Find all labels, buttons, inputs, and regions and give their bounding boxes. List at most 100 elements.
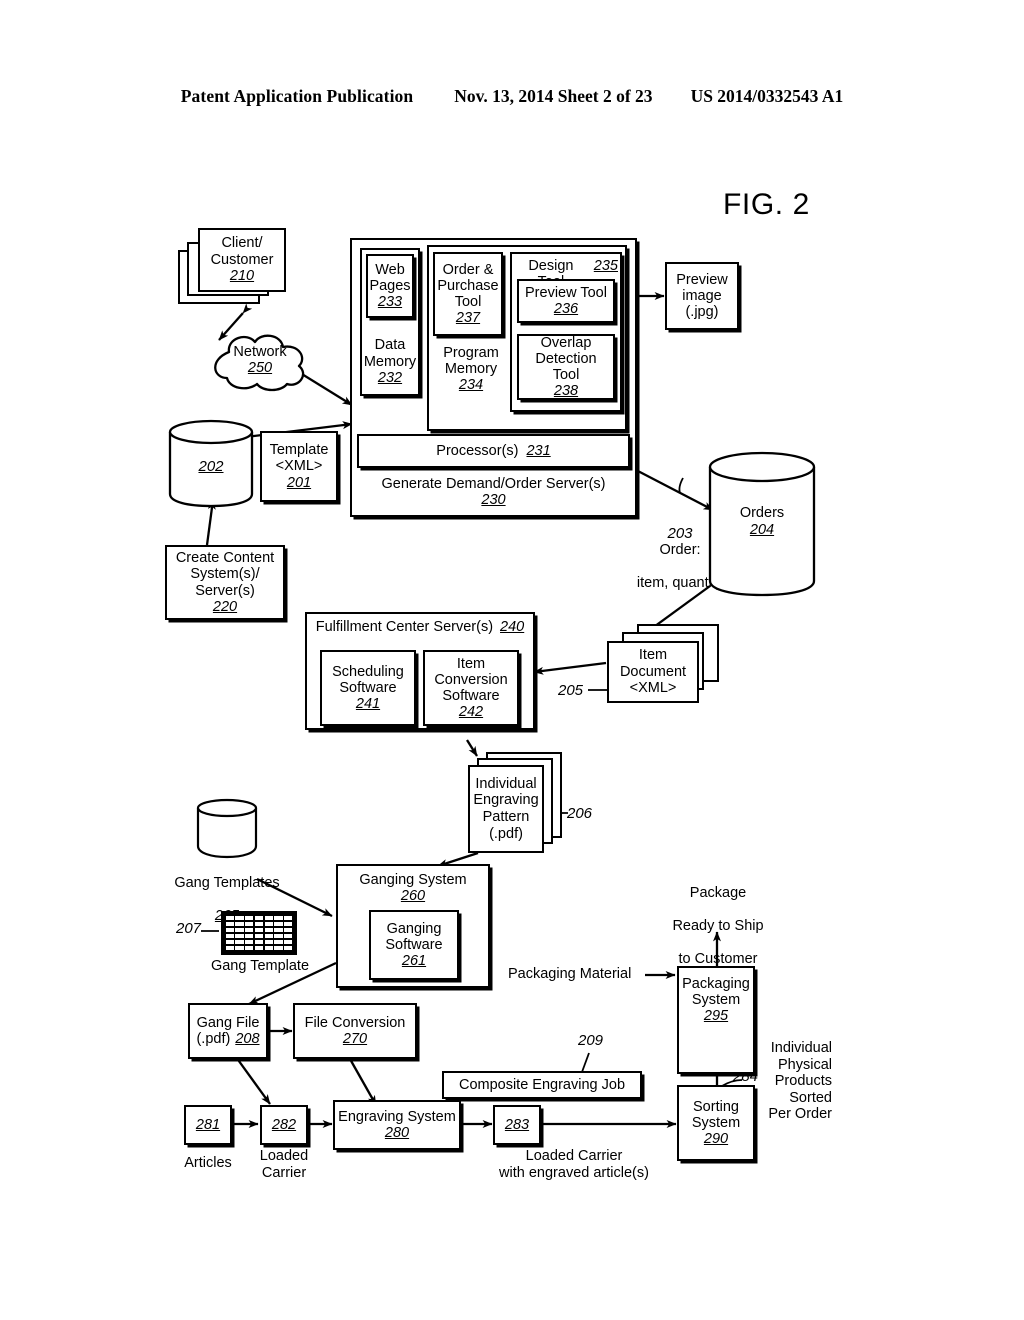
ganging-software-line1: Ganging xyxy=(386,920,442,937)
engraving-pattern-line4: (.pdf) xyxy=(489,825,523,842)
client-customer-box[interactable]: Client/ Customer 210 xyxy=(198,228,286,292)
engraving-pattern-line2: Engraving xyxy=(473,792,539,809)
template-xml-box[interactable]: Template <XML> 201 xyxy=(260,431,338,502)
network-cloud[interactable]: Network 250 xyxy=(205,330,315,392)
create-content-line2: System(s)/ xyxy=(190,566,260,583)
page-header: Patent Application Publication Nov. 13, … xyxy=(0,86,1024,107)
client-customer-line1: Client/ xyxy=(221,235,263,252)
engraving-system-ref: 280 xyxy=(384,1125,410,1141)
sorted-products-caption: Individual Physical Products Sorted Per … xyxy=(768,1040,832,1123)
gang-template-ref: 207 xyxy=(176,920,202,937)
item-document-line1: Item xyxy=(638,647,668,664)
overlap-ref: 238 xyxy=(553,383,579,400)
network-label: Network xyxy=(233,344,287,360)
scheduling-line1: Scheduling xyxy=(332,663,404,680)
loaded-carrier-engraved-box[interactable]: 283 xyxy=(493,1105,541,1145)
engraving-pattern-line1: Individual xyxy=(475,775,537,792)
gang-template-grid[interactable] xyxy=(221,911,297,955)
web-pages-box[interactable]: Web Pages 233 xyxy=(366,254,414,318)
sorting-system-ref: 290 xyxy=(703,1131,729,1148)
processor-label: Processor(s) xyxy=(436,442,519,459)
create-content-system-box[interactable]: Create Content System(s)/ Server(s) 220 xyxy=(165,545,285,620)
loaded-carrier-engraved-caption: Loaded Carrier with engraved article(s) xyxy=(499,1148,649,1181)
engraving-pattern-stack: Individual Engraving Pattern (.pdf) xyxy=(468,752,570,854)
web-pages-line2: Pages xyxy=(369,277,411,294)
articles-caption: Articles xyxy=(184,1155,232,1171)
articles-box[interactable]: 281 xyxy=(184,1105,232,1145)
ganging-system-label: Ganging System xyxy=(359,872,467,888)
package-ready-line1: Package xyxy=(689,884,747,901)
preview-image-box[interactable]: Preview image (.jpg) xyxy=(665,262,739,330)
sorting-system-line2: System xyxy=(691,1114,741,1131)
gang-template-caption: Gang Template xyxy=(210,958,310,974)
preview-tool-ref: 236 xyxy=(553,301,579,317)
client-customer-line2: Customer xyxy=(210,251,274,268)
engraving-system-label: Engraving System xyxy=(338,1108,456,1125)
item-document-box[interactable]: Item Document <XML> xyxy=(607,641,699,703)
composite-engraving-job-box[interactable]: Composite Engraving Job xyxy=(442,1071,642,1099)
header-publication: Patent Application Publication xyxy=(180,86,414,106)
composite-job-ref: 209 xyxy=(578,1032,604,1049)
server-label: Generate Demand/Order Server(s) xyxy=(381,475,606,492)
preview-tool-box[interactable]: Preview Tool 236 xyxy=(517,279,615,323)
order-purchase-line2: Purchase xyxy=(437,277,499,294)
engraving-system-box[interactable]: Engraving System 280 xyxy=(333,1100,461,1150)
sorting-system-box[interactable]: Sorting System 290 xyxy=(677,1085,755,1161)
gang-templates-database[interactable] xyxy=(196,798,258,860)
package-ready-label: Package Ready to Ship to Customer xyxy=(650,868,786,984)
content-database[interactable]: 202 xyxy=(168,418,254,508)
figure-title: FIG. 2 xyxy=(723,188,810,221)
engraving-pattern-box[interactable]: Individual Engraving Pattern (.pdf) xyxy=(468,765,544,853)
orders-database-ref: 204 xyxy=(749,521,775,538)
header-date-sheet: Nov. 13, 2014 Sheet 2 of 23 xyxy=(454,86,653,106)
orders-database[interactable]: Orders 204 xyxy=(708,450,816,598)
ganging-system-ref: 260 xyxy=(400,888,426,905)
order-purchase-line3: Tool xyxy=(454,294,482,310)
web-pages-line1: Web xyxy=(375,261,405,278)
processor-box[interactable]: Processor(s) 231 xyxy=(357,434,630,468)
file-conversion-box[interactable]: File Conversion 270 xyxy=(293,1003,417,1059)
client-customer-stack: Client/ Customer 210 xyxy=(178,228,286,310)
item-document-stack: Item Document <XML> xyxy=(607,624,719,712)
gang-templates-label: Gang Templates xyxy=(174,874,280,891)
packaging-material-label: Packaging Material xyxy=(508,966,632,982)
packaging-system-line2: System xyxy=(691,992,741,1009)
item-conversion-ref: 242 xyxy=(458,704,484,721)
orders-database-label: Orders xyxy=(739,505,785,521)
packaging-system-ref: 295 xyxy=(703,1008,729,1025)
engraving-pattern-line3: Pattern xyxy=(482,809,530,825)
create-content-line1: Create Content xyxy=(175,550,275,567)
template-xml-ref: 201 xyxy=(286,474,312,491)
gang-file-box[interactable]: Gang File (.pdf) 208 xyxy=(188,1003,268,1059)
order-purchase-tool-box[interactable]: Order & Purchase Tool 237 xyxy=(433,252,503,336)
scheduling-software-box[interactable]: Scheduling Software 241 xyxy=(320,650,416,726)
loaded-carrier-box[interactable]: 282 xyxy=(260,1105,308,1145)
ganging-software-ref: 261 xyxy=(401,953,427,970)
header-publication-number: US 2014/0332543 A1 xyxy=(690,86,844,106)
content-database-ref: 202 xyxy=(198,458,224,475)
package-ready-line3: to Customer xyxy=(678,950,758,967)
data-memory-ref: 232 xyxy=(377,369,403,386)
ganging-software-box[interactable]: Ganging Software 261 xyxy=(369,910,459,980)
overlap-line2: Detection Tool xyxy=(535,350,597,383)
overlap-line1: Overlap xyxy=(540,334,592,351)
web-pages-ref: 233 xyxy=(377,294,403,311)
scheduling-ref: 241 xyxy=(355,696,381,713)
loaded-carrier-engraved-ref: 283 xyxy=(504,1116,530,1133)
create-content-line3: Server(s) xyxy=(195,582,255,599)
scheduling-line2: Software xyxy=(339,679,397,696)
loaded-carrier-caption: Loaded Carrier xyxy=(259,1148,309,1181)
order-purchase-ref: 237 xyxy=(455,310,481,327)
program-memory-ref: 234 xyxy=(458,377,484,394)
item-conversion-line3: Software xyxy=(442,688,500,704)
template-xml-line1: Template xyxy=(269,442,329,459)
item-document-ref: 205 xyxy=(558,682,584,699)
network-ref: 250 xyxy=(247,360,273,377)
file-conversion-label: File Conversion xyxy=(304,1014,406,1031)
item-conversion-software-box[interactable]: Item Conversion Software 242 xyxy=(423,650,519,726)
item-conversion-line2: Conversion xyxy=(434,671,508,688)
overlap-detection-tool-box[interactable]: Overlap Detection Tool 238 xyxy=(517,334,615,400)
composite-job-label: Composite Engraving Job xyxy=(458,1076,626,1093)
item-conversion-line1: Item xyxy=(456,655,486,672)
preview-tool-label: Preview Tool xyxy=(525,284,607,301)
